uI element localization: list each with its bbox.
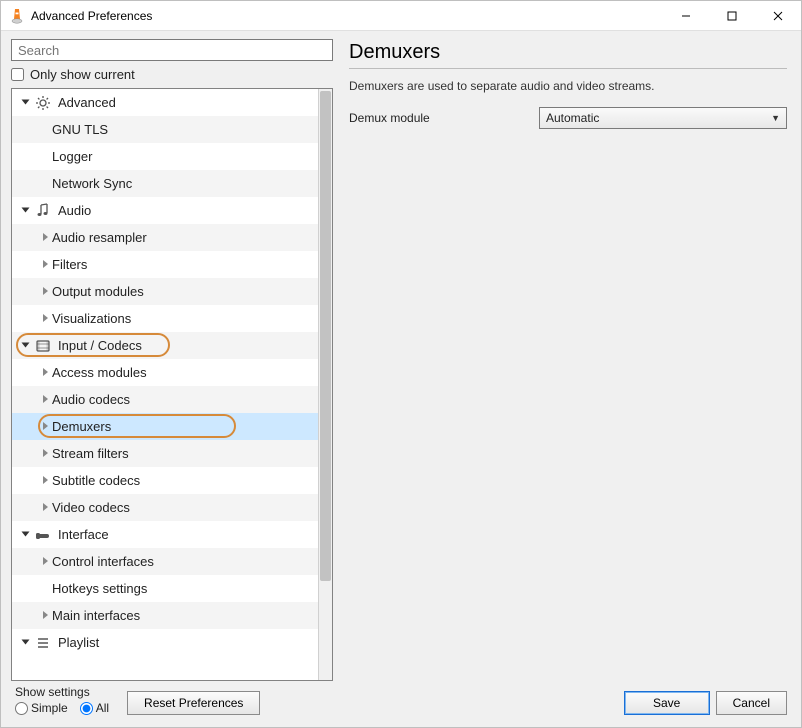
show-settings-label: Show settings bbox=[15, 685, 117, 699]
tree-item-hotkeys-settings[interactable]: Hotkeys settings bbox=[12, 575, 318, 602]
tree-item-label: Output modules bbox=[52, 284, 144, 299]
preferences-tree: Advanced GNU TLS Logger Network Sync Audio Au… bbox=[11, 88, 333, 681]
show-settings-group: Show settings Simple All bbox=[15, 685, 117, 715]
cancel-button[interactable]: Cancel bbox=[716, 691, 787, 715]
expand-chevron-icon[interactable] bbox=[38, 421, 52, 433]
tree-item-output-modules[interactable]: Output modules bbox=[12, 278, 318, 305]
expand-chevron-icon[interactable] bbox=[38, 610, 52, 622]
preferences-window: Advanced Preferences Only show current A… bbox=[0, 0, 802, 728]
expand-chevron-icon[interactable] bbox=[18, 340, 32, 352]
expand-chevron-icon[interactable] bbox=[18, 97, 32, 109]
expand-chevron-icon[interactable] bbox=[38, 448, 52, 460]
tree-item-label: Control interfaces bbox=[52, 554, 154, 569]
tree-item-label: GNU TLS bbox=[52, 122, 108, 137]
only-show-current-label: Only show current bbox=[30, 67, 135, 82]
tree-item-label: Input / Codecs bbox=[58, 338, 142, 353]
maximize-button[interactable] bbox=[709, 1, 755, 31]
tree-item-label: Access modules bbox=[52, 365, 147, 380]
tree-item-subtitle-codecs[interactable]: Subtitle codecs bbox=[12, 467, 318, 494]
expand-chevron-icon[interactable] bbox=[18, 529, 32, 541]
expand-chevron-icon[interactable] bbox=[18, 637, 32, 649]
app-icon bbox=[9, 8, 25, 24]
expand-chevron-icon[interactable] bbox=[38, 394, 52, 406]
simple-radio[interactable]: Simple bbox=[15, 701, 68, 715]
tree-item-access-modules[interactable]: Access modules bbox=[12, 359, 318, 386]
gear-icon bbox=[32, 95, 54, 111]
tree-item-audio[interactable]: Audio bbox=[12, 197, 318, 224]
tree-item-label: Logger bbox=[52, 149, 92, 164]
scrollbar-thumb[interactable] bbox=[320, 91, 331, 581]
save-button[interactable]: Save bbox=[624, 691, 710, 715]
expand-chevron-icon[interactable] bbox=[38, 367, 52, 379]
settings-panel: Demuxers Demuxers are used to separate a… bbox=[349, 39, 791, 681]
demux-module-row: Demux module Automatic ▼ bbox=[349, 107, 787, 129]
tree-item-label: Interface bbox=[58, 527, 109, 542]
tree-item-visualizations[interactable]: Visualizations bbox=[12, 305, 318, 332]
section-description: Demuxers are used to separate audio and … bbox=[349, 79, 787, 93]
expand-chevron-icon[interactable] bbox=[38, 475, 52, 487]
tree-item-main-interfaces[interactable]: Main interfaces bbox=[12, 602, 318, 629]
tree-item-interface[interactable]: Interface bbox=[12, 521, 318, 548]
codec-icon bbox=[32, 338, 54, 354]
demux-module-label: Demux module bbox=[349, 111, 539, 125]
tree-item-filters[interactable]: Filters bbox=[12, 251, 318, 278]
tree-item-label: Audio bbox=[58, 203, 91, 218]
tree-item-audio-resampler[interactable]: Audio resampler bbox=[12, 224, 318, 251]
tree-item-label: Stream filters bbox=[52, 446, 129, 461]
tree-item-stream-filters[interactable]: Stream filters bbox=[12, 440, 318, 467]
playlist-icon bbox=[32, 635, 54, 651]
tree-item-label: Video codecs bbox=[52, 500, 130, 515]
chevron-down-icon: ▼ bbox=[771, 113, 780, 123]
expand-chevron-icon[interactable] bbox=[38, 502, 52, 514]
tree-item-advanced[interactable]: Advanced bbox=[12, 89, 318, 116]
tree-scrollbar[interactable] bbox=[318, 89, 332, 680]
demux-module-value: Automatic bbox=[546, 111, 599, 125]
expand-chevron-icon[interactable] bbox=[38, 232, 52, 244]
tree-item-network-sync[interactable]: Network Sync bbox=[12, 170, 318, 197]
expand-chevron-icon[interactable] bbox=[38, 556, 52, 568]
tree-item-input-codecs[interactable]: Input / Codecs bbox=[12, 332, 318, 359]
section-separator bbox=[349, 68, 787, 69]
tree-item-label: Main interfaces bbox=[52, 608, 140, 623]
window-title: Advanced Preferences bbox=[31, 9, 152, 23]
titlebar: Advanced Preferences bbox=[1, 1, 801, 31]
expand-chevron-icon[interactable] bbox=[38, 259, 52, 271]
demux-module-select[interactable]: Automatic ▼ bbox=[539, 107, 787, 129]
search-input[interactable] bbox=[11, 39, 333, 61]
left-pane: Only show current Advanced GNU TLS Logger N… bbox=[11, 39, 333, 681]
tree-item-label: Filters bbox=[52, 257, 87, 272]
tree-item-gnu-tls[interactable]: GNU TLS bbox=[12, 116, 318, 143]
footer: Show settings Simple All Reset Preferenc… bbox=[11, 681, 791, 721]
expand-chevron-icon[interactable] bbox=[38, 313, 52, 325]
tree-item-control-interfaces[interactable]: Control interfaces bbox=[12, 548, 318, 575]
audio-icon bbox=[32, 203, 54, 219]
section-title: Demuxers bbox=[349, 41, 787, 64]
tree-item-playlist[interactable]: Playlist bbox=[12, 629, 318, 656]
tree-item-label: Visualizations bbox=[52, 311, 131, 326]
only-show-current-checkbox[interactable]: Only show current bbox=[11, 67, 333, 82]
all-radio[interactable]: All bbox=[80, 701, 109, 715]
close-button[interactable] bbox=[755, 1, 801, 31]
tree-item-video-codecs[interactable]: Video codecs bbox=[12, 494, 318, 521]
only-show-current-input[interactable] bbox=[11, 68, 24, 81]
tree-item-logger[interactable]: Logger bbox=[12, 143, 318, 170]
tree-item-demuxers[interactable]: Demuxers bbox=[12, 413, 318, 440]
interface-icon bbox=[32, 527, 54, 543]
expand-chevron-icon[interactable] bbox=[38, 286, 52, 298]
reset-preferences-button[interactable]: Reset Preferences bbox=[127, 691, 260, 715]
tree-item-label: Playlist bbox=[58, 635, 99, 650]
expand-chevron-icon[interactable] bbox=[18, 205, 32, 217]
tree-item-label: Demuxers bbox=[52, 419, 111, 434]
minimize-button[interactable] bbox=[663, 1, 709, 31]
tree-item-label: Hotkeys settings bbox=[52, 581, 147, 596]
tree-item-audio-codecs[interactable]: Audio codecs bbox=[12, 386, 318, 413]
tree-item-label: Audio codecs bbox=[52, 392, 130, 407]
tree-item-label: Subtitle codecs bbox=[52, 473, 140, 488]
tree-item-label: Network Sync bbox=[52, 176, 132, 191]
tree-item-label: Audio resampler bbox=[52, 230, 147, 245]
tree-item-label: Advanced bbox=[58, 95, 116, 110]
